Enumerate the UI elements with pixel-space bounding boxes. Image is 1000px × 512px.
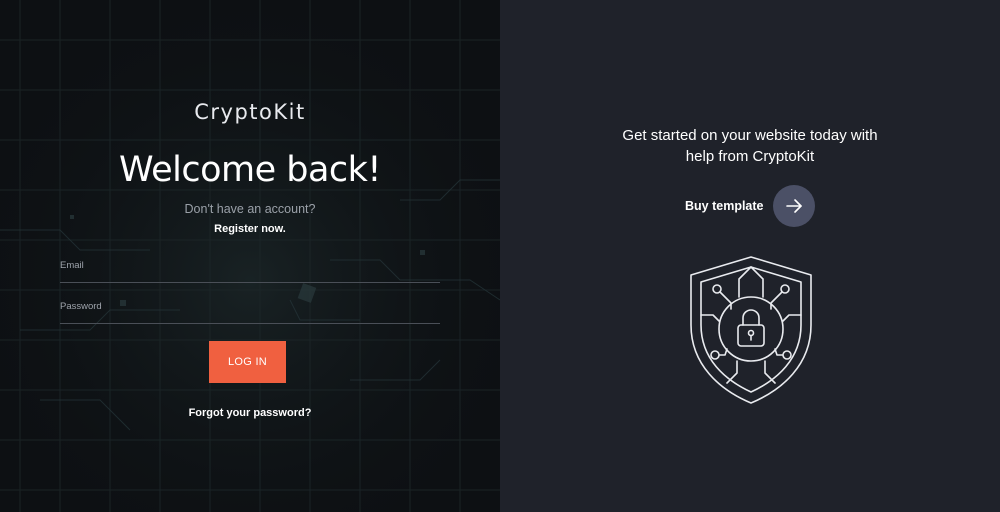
promo-tagline: Get started on your website today with h… <box>600 125 900 167</box>
register-link[interactable]: Register now. <box>0 223 500 235</box>
promo-tagline-line1: Get started on your website today with <box>622 127 878 144</box>
login-panel: CryptoKit Welcome back! Don't have an ac… <box>0 0 500 512</box>
email-field[interactable]: Email <box>60 260 440 283</box>
forgot-password-link[interactable]: Forgot your password? <box>0 407 500 419</box>
shield-lock-icon <box>687 255 815 405</box>
password-field[interactable]: Password <box>60 301 440 324</box>
buy-template-label[interactable]: Buy template <box>685 199 764 213</box>
arrow-right-icon[interactable] <box>772 185 815 227</box>
page-title: Welcome back! <box>119 150 381 190</box>
brand-logo: CryptoKit <box>194 100 306 124</box>
no-account-text: Don't have an account? <box>184 202 316 216</box>
promo-tagline-line2: help from CryptoKit <box>685 148 815 165</box>
promo-panel: Get started on your website today with h… <box>500 0 1000 512</box>
password-input[interactable] <box>60 301 440 323</box>
buy-template-button[interactable]: Buy template <box>685 185 815 227</box>
email-input[interactable] <box>60 260 440 282</box>
login-form: CryptoKit Welcome back! Don't have an ac… <box>0 0 500 512</box>
login-page: CryptoKit Welcome back! Don't have an ac… <box>0 0 1000 512</box>
login-button[interactable]: LOG IN <box>209 341 286 383</box>
